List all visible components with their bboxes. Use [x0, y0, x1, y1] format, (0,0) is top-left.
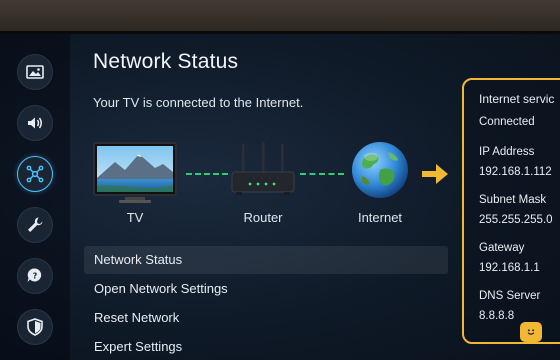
menu-item-expert-settings[interactable]: Expert Settings — [84, 333, 448, 360]
gateway-value: 192.168.1.1 — [479, 262, 540, 274]
network-info-panel: Internet servic Connected IP Address 192… — [462, 78, 560, 344]
subnet-mask-label: Subnet Mask — [479, 194, 547, 206]
sidebar: ? — [0, 34, 70, 360]
globe-icon — [352, 142, 408, 198]
sound-icon — [28, 117, 42, 129]
router-internet-link — [300, 173, 344, 175]
menu-item-open-network-settings[interactable]: Open Network Settings — [84, 275, 448, 303]
connection-status-text: Your TV is connected to the Internet. — [93, 95, 304, 110]
ip-address-label: IP Address — [479, 146, 535, 158]
sidebar-item-tools[interactable] — [17, 207, 53, 243]
tv-bezel — [0, 0, 560, 34]
ip-address-value: 192.168.1.112 — [479, 166, 552, 178]
screen: ? Network Status Your TV is connected to… — [0, 34, 560, 360]
tv-label: TV — [126, 210, 144, 225]
router-label: Router — [243, 210, 283, 225]
menu-item-reset-network[interactable]: Reset Network — [84, 304, 448, 332]
shield-icon — [27, 318, 43, 336]
tv-icon — [93, 142, 177, 203]
sidebar-item-network[interactable] — [17, 156, 53, 192]
internet-service-value: Connected — [479, 116, 535, 128]
dns-server-value: 8.8.8.8 — [479, 310, 515, 322]
svg-text:?: ? — [33, 272, 38, 281]
subnet-mask-value: 255.255.255.0 — [479, 214, 553, 226]
internet-label: Internet — [357, 210, 403, 225]
router-icon — [231, 142, 295, 195]
network-icon — [26, 165, 44, 183]
arrow-right-icon — [422, 164, 448, 184]
menu-item-network-status[interactable]: Network Status — [84, 246, 448, 274]
page-title: Network Status — [93, 50, 239, 73]
wrench-icon — [28, 217, 43, 232]
tv-router-link — [186, 173, 228, 175]
sidebar-item-picture[interactable] — [17, 54, 53, 90]
gateway-label: Gateway — [479, 242, 525, 254]
internet-service-label: Internet servic — [479, 92, 555, 106]
sidebar-item-security[interactable] — [17, 309, 53, 345]
dns-server-label: DNS Server — [479, 290, 541, 302]
chat-assistant-icon[interactable] — [520, 322, 542, 342]
sidebar-item-support[interactable]: ? — [17, 258, 53, 294]
sidebar-item-sound[interactable] — [17, 105, 53, 141]
picture-icon — [26, 65, 44, 79]
support-icon: ? — [27, 268, 42, 282]
